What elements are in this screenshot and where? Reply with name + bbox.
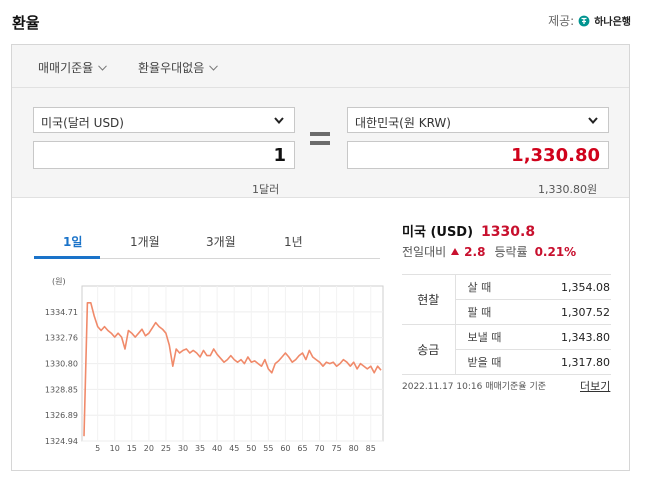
rate-type-label: 매매기준율 xyxy=(38,61,94,75)
rate-kind: 팔 때 xyxy=(455,299,515,325)
x-tick-label: 30 xyxy=(178,444,188,451)
provider-name: 하나은행 xyxy=(594,17,631,28)
period-tabs: 1일 1개월 3개월 1년 xyxy=(34,231,380,259)
change-value: 2.8 xyxy=(464,244,486,259)
from-currency-select[interactable]: 미국(달러 USD) xyxy=(33,107,295,133)
y-tick-label: 1334.71 xyxy=(45,308,78,317)
exchange-rate-chart: 1334.71 1332.76 1330.80 1328.85 1326.89 1324.… xyxy=(45,277,384,451)
rates-table: 현찰 살 때 1,354.08 팔 때 1,307.52 송금 보낼 때 1,3… xyxy=(402,274,611,375)
caret-down-icon xyxy=(274,117,284,124)
change-summary: 전일대비 2.8 등락률 0.21% xyxy=(402,243,576,260)
to-amount-input[interactable]: 1,330.80 xyxy=(347,141,609,169)
tab-1-year[interactable]: 1년 xyxy=(284,233,303,250)
x-tick-label: 60 xyxy=(280,444,290,451)
widget-title: 환율 xyxy=(12,14,40,32)
x-tick-label: 55 xyxy=(263,444,273,451)
x-tick-label: 5 xyxy=(95,444,100,451)
fee-option-dropdown[interactable]: 환율우대없음 xyxy=(138,59,219,76)
tab-1-day[interactable]: 1일 xyxy=(63,233,82,250)
x-tick-label: 25 xyxy=(161,444,171,451)
to-currency-label: 대한민국(원 KRW) xyxy=(355,116,451,130)
y-tick-label: 1328.85 xyxy=(45,385,78,394)
active-tab-indicator xyxy=(34,256,100,259)
x-tick-label: 85 xyxy=(366,444,376,451)
y-tick-label: 1332.76 xyxy=(45,334,78,343)
chevron-down-icon xyxy=(98,64,108,71)
rate-value: 1,354.08 xyxy=(515,274,611,300)
x-tick-label: 35 xyxy=(195,444,205,451)
currency-converter: 미국(달러 USD) 1 1달러 대한민국(원 KRW) 1,330.80 1,… xyxy=(12,88,629,198)
x-tick-label: 50 xyxy=(246,444,256,451)
y-tick-label: 1330.80 xyxy=(45,360,78,369)
rate-kind: 살 때 xyxy=(455,274,515,300)
table-row: 송금 보낼 때 1,343.80 xyxy=(402,324,611,375)
rate-kind: 보낼 때 xyxy=(455,324,515,350)
change-rate-value: 0.21% xyxy=(534,244,577,259)
summary-rate: 1330.8 xyxy=(481,224,536,240)
equals-icon xyxy=(310,132,330,146)
provider-label: 제공: xyxy=(548,14,575,28)
summary-currency: 미국 (USD) xyxy=(402,225,474,240)
rate-kind: 받을 때 xyxy=(455,349,515,375)
y-tick-label: 1326.89 xyxy=(45,411,78,420)
group-cash: 현찰 xyxy=(402,274,456,325)
rate-type-dropdown[interactable]: 매매기준율 xyxy=(38,59,108,76)
provider-info: 제공: 하나은행 xyxy=(548,12,631,29)
rate-value: 1,343.80 xyxy=(515,324,611,350)
from-currency-label: 미국(달러 USD) xyxy=(41,116,124,130)
fee-option-label: 환율우대없음 xyxy=(138,61,205,75)
x-tick-label: 20 xyxy=(144,444,154,451)
change-rate-label: 등락률 xyxy=(494,245,528,259)
y-axis-label: (원) xyxy=(52,277,66,286)
chevron-down-icon xyxy=(209,64,219,71)
timestamp-note: 2022.11.17 10:16 매매기준율 기준 xyxy=(402,382,547,392)
exchange-rate-widget: 매매기준율 환율우대없음 미국(달러 USD) 1 1달러 대한민국(원 KRW… xyxy=(11,44,630,471)
tab-1-month[interactable]: 1개월 xyxy=(130,233,160,250)
x-tick-label: 10 xyxy=(110,444,120,451)
rate-value: 1,307.52 xyxy=(515,299,611,325)
group-remittance: 송금 xyxy=(402,324,456,375)
table-row: 현찰 살 때 1,354.08 xyxy=(402,274,611,325)
x-tick-label: 70 xyxy=(314,444,324,451)
caret-down-icon xyxy=(588,117,598,124)
x-tick-label: 65 xyxy=(297,444,307,451)
hana-bank-logo-icon xyxy=(578,15,590,26)
x-tick-label: 75 xyxy=(332,444,342,451)
x-tick-label: 45 xyxy=(229,444,239,451)
up-triangle-icon xyxy=(451,248,460,255)
options-toolbar: 매매기준율 환율우대없음 xyxy=(12,45,629,88)
y-tick-label: 1324.94 xyxy=(45,437,78,446)
to-amount-caption: 1,330.80원 xyxy=(538,183,598,196)
x-tick-label: 15 xyxy=(127,444,137,451)
more-link[interactable]: 더보기 xyxy=(580,378,610,394)
change-label: 전일대비 xyxy=(402,245,447,259)
rate-value: 1,317.80 xyxy=(515,349,611,375)
x-tick-label: 80 xyxy=(349,444,359,451)
to-currency-select[interactable]: 대한민국(원 KRW) xyxy=(347,107,609,133)
from-amount-caption: 1달러 xyxy=(252,183,280,196)
from-amount-input[interactable]: 1 xyxy=(33,141,295,169)
currency-summary: 미국 (USD) 1330.8 xyxy=(402,221,535,240)
x-tick-label: 40 xyxy=(212,444,222,451)
tab-3-months[interactable]: 3개월 xyxy=(206,233,236,250)
